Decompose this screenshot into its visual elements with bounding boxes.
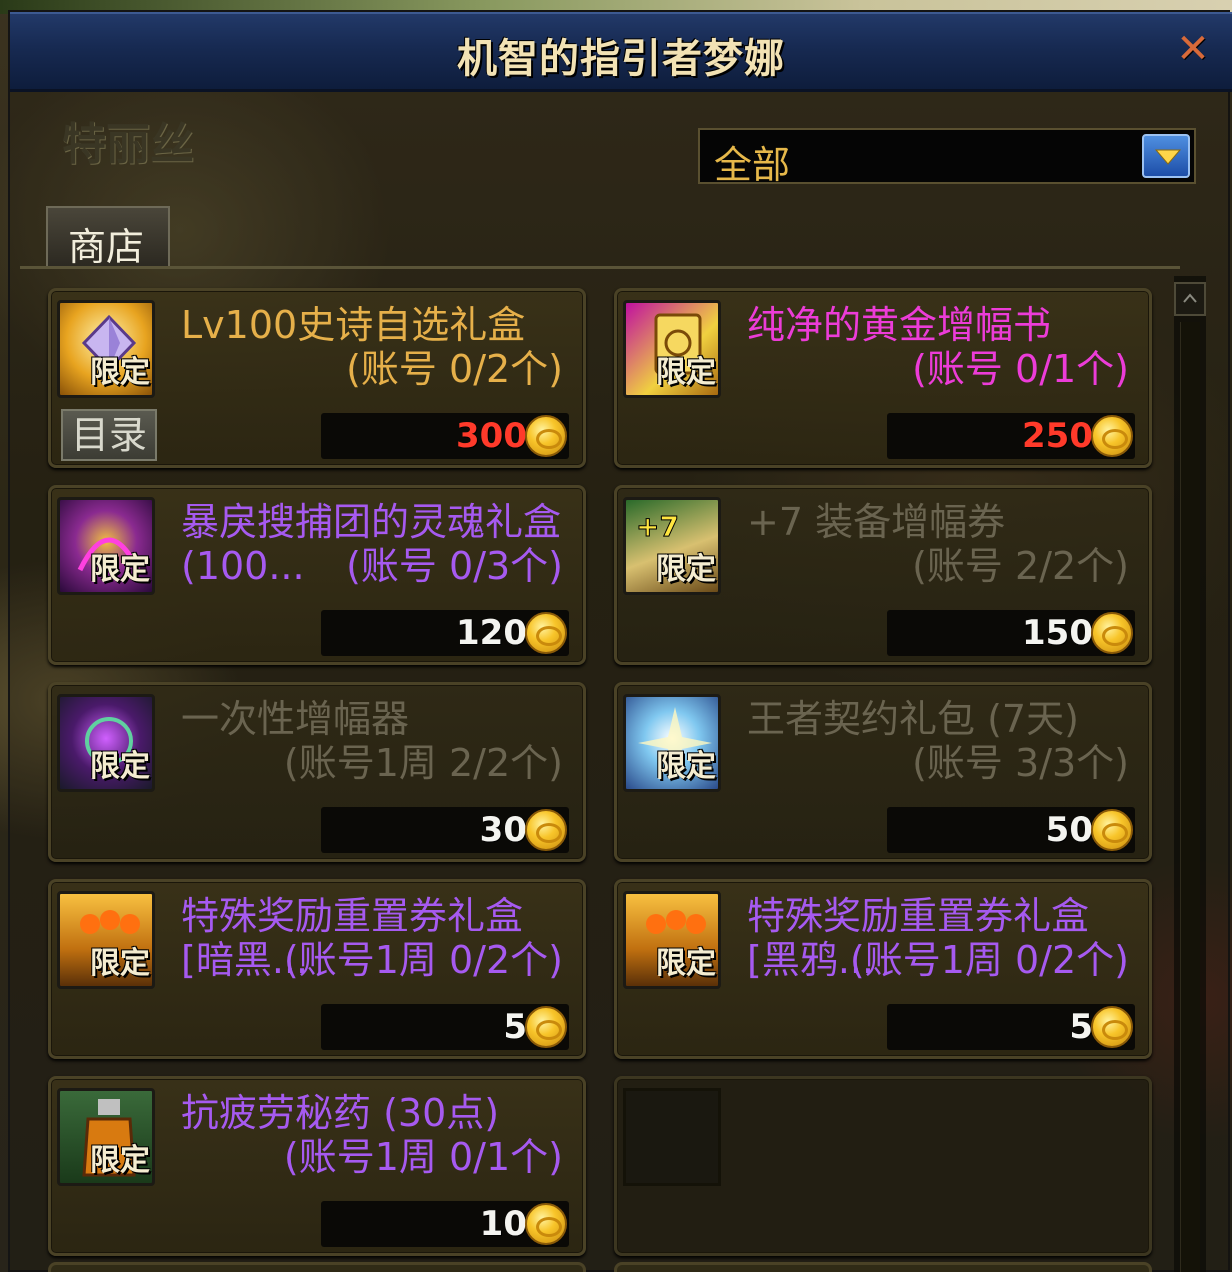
- title-bar[interactable]: 机智的指引者梦娜 ✕: [10, 12, 1232, 92]
- item-purchase-limit: (账号 3/3个): [912, 741, 1129, 785]
- shop-item-6[interactable]: 限定 王者契约礼包 (7天) (账号 3/3个) 50: [614, 682, 1152, 862]
- item-price: 30: [479, 810, 527, 850]
- item-purchase-limit: (账号1周 0/2个): [849, 938, 1129, 982]
- item-price: 150: [1022, 613, 1093, 653]
- shop-item-2[interactable]: 限定 纯净的黄金增幅书 (账号 0/1个) 250: [614, 288, 1152, 468]
- coin-icon: [525, 612, 567, 654]
- coin-icon: [1091, 415, 1133, 457]
- item-badge: 限定: [90, 552, 150, 587]
- catalog-button[interactable]: 目录: [61, 409, 157, 461]
- item-badge: 限定: [656, 749, 716, 784]
- scrollbar[interactable]: [1174, 276, 1206, 1272]
- shop-item-empty: [614, 1076, 1152, 1256]
- category-dropdown-value: 全部: [714, 143, 791, 187]
- empty-slot: [623, 1088, 721, 1186]
- amplifier-icon: 限定: [57, 694, 155, 792]
- item-price: 10: [479, 1204, 527, 1244]
- price-box: 10: [321, 1201, 569, 1247]
- item-purchase-limit: (账号 2/2个): [912, 544, 1129, 588]
- price-box: 150: [887, 610, 1135, 656]
- svg-text:+7: +7: [636, 510, 679, 543]
- item-name: 抗疲劳秘药 (30点): [181, 1091, 500, 1135]
- gold-book-icon: 限定: [623, 300, 721, 398]
- item-purchase-limit: (账号1周 0/2个): [283, 938, 563, 982]
- price-box: 5: [887, 1004, 1135, 1050]
- chevron-down-icon: [1154, 149, 1182, 165]
- soul-box-icon: 限定: [57, 497, 155, 595]
- item-price: 300: [456, 416, 527, 456]
- close-button[interactable]: ✕: [1172, 28, 1214, 70]
- scroll-thumb[interactable]: [1180, 322, 1200, 1272]
- amplify-ticket-icon: +7 限定: [623, 497, 721, 595]
- item-badge: 限定: [90, 946, 150, 981]
- item-badge: 限定: [90, 1143, 150, 1178]
- item-price: 50: [1045, 810, 1093, 850]
- item-name: Lv100史诗自选礼盒: [181, 303, 526, 347]
- item-badge: 限定: [90, 749, 150, 784]
- shop-item-partial: [48, 1262, 586, 1272]
- shop-item-7[interactable]: 限定 特殊奖励重置券礼盒[暗黑... (账号1周 0/2个) 5: [48, 879, 586, 1059]
- chevron-up-icon: [1183, 293, 1197, 303]
- price-box: 50: [887, 807, 1135, 853]
- item-name: +7 装备增幅券: [747, 500, 1006, 544]
- window-body: 特丽丝 全部 商店 限定 Lv100史诗自选礼盒 (账号 0/2个) 目录 30…: [10, 92, 1232, 1272]
- item-purchase-limit: (账号 0/2个): [346, 347, 563, 391]
- coin-icon: [1091, 809, 1133, 851]
- reset-ticket-box-icon: 限定: [623, 891, 721, 989]
- reset-ticket-box-icon: 限定: [57, 891, 155, 989]
- price-box: 120: [321, 610, 569, 656]
- item-price: 120: [456, 613, 527, 653]
- tab-shop-label: 商店: [68, 225, 145, 269]
- shop-item-4[interactable]: +7 限定 +7 装备增幅券 (账号 2/2个) 150: [614, 485, 1152, 665]
- scroll-up-button[interactable]: [1174, 282, 1206, 316]
- item-price: 5: [1069, 1007, 1093, 1047]
- dropdown-arrow-button[interactable]: [1142, 134, 1190, 178]
- price-box: 30: [321, 807, 569, 853]
- coin-icon: [525, 415, 567, 457]
- item-name: 王者契约礼包 (7天): [747, 697, 1079, 741]
- shop-item-partial: [614, 1262, 1152, 1272]
- item-badge: 限定: [656, 946, 716, 981]
- shop-item-8[interactable]: 限定 特殊奖励重置券礼盒[黑鸦... (账号1周 0/2个) 5: [614, 879, 1152, 1059]
- coin-icon: [525, 809, 567, 851]
- item-badge: 限定: [656, 355, 716, 390]
- item-purchase-limit: (账号1周 0/1个): [283, 1135, 563, 1179]
- item-purchase-limit: (账号 0/3个): [346, 544, 563, 588]
- coin-icon: [525, 1203, 567, 1245]
- shop-item-3[interactable]: 限定 暴戾搜捕团的灵魂礼盒 (100... (账号 0/3个) 120: [48, 485, 586, 665]
- item-name: 纯净的黄金增幅书: [747, 303, 1052, 347]
- shop-item-9[interactable]: 限定 抗疲劳秘药 (30点) (账号1周 0/1个) 10: [48, 1076, 586, 1256]
- coin-icon: [1091, 1006, 1133, 1048]
- shop-item-5[interactable]: 限定 一次性增幅器 (账号1周 2/2个) 30: [48, 682, 586, 862]
- item-purchase-limit: (账号1周 2/2个): [283, 741, 563, 785]
- price-box: 300: [321, 413, 569, 459]
- category-dropdown[interactable]: 全部: [698, 128, 1196, 187]
- contract-pack-icon: 限定: [623, 694, 721, 792]
- tab-divider: [20, 266, 1180, 269]
- item-price: 250: [1022, 416, 1093, 456]
- shop-item-1[interactable]: 限定 Lv100史诗自选礼盒 (账号 0/2个) 目录 300: [48, 288, 586, 468]
- coin-icon: [525, 1006, 567, 1048]
- item-name: 一次性增幅器: [181, 697, 410, 741]
- price-box: 5: [321, 1004, 569, 1050]
- item-badge: 限定: [90, 355, 150, 390]
- coin-icon: [1091, 612, 1133, 654]
- potion-icon: 限定: [57, 1088, 155, 1186]
- tab-shop[interactable]: 商店: [46, 206, 170, 269]
- item-purchase-limit: (账号 0/1个): [912, 347, 1129, 391]
- shop-window: 机智的指引者梦娜 ✕ 特丽丝 全部 商店 限定 Lv100史诗自选礼盒 (账号 …: [8, 10, 1232, 1272]
- item-badge: 限定: [656, 552, 716, 587]
- window-title: 机智的指引者梦娜: [457, 36, 785, 82]
- npc-name: 特丽丝: [62, 119, 194, 170]
- epic-box-icon: 限定: [57, 300, 155, 398]
- item-price: 5: [503, 1007, 527, 1047]
- price-box: 250: [887, 413, 1135, 459]
